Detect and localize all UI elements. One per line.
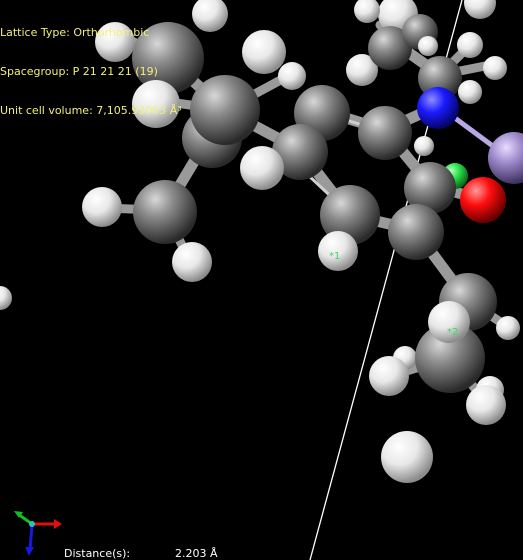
atom-hydrogen xyxy=(192,0,228,32)
atom-hydrogen xyxy=(483,56,507,80)
atom-hydrogen xyxy=(278,62,306,90)
atom-hydrogen xyxy=(458,80,482,104)
spacegroup-text: Spacegroup: P 21 21 21 (19) xyxy=(0,65,158,78)
atom-hydrogen xyxy=(414,136,434,156)
atom-hydrogen xyxy=(242,30,286,74)
atom-carbon xyxy=(133,180,197,244)
atom-hydrogen xyxy=(240,146,284,190)
atom-carbon xyxy=(358,106,412,160)
distance-value: 2.203 Å xyxy=(175,547,218,560)
atom-hydrogen xyxy=(82,187,122,227)
lattice-type-text: Lattice Type: Orthorhombic xyxy=(0,26,150,39)
atom-oxygen xyxy=(460,177,506,223)
atoms-front xyxy=(369,273,520,483)
atom-hydrogen xyxy=(172,242,212,282)
atom-hydrogen xyxy=(381,431,433,483)
molecule-viewer[interactable]: Lattice Type: Orthorhombic Spacegroup: P… xyxy=(0,0,523,560)
atom-heavy xyxy=(488,132,523,184)
atom-nitrogen xyxy=(417,87,459,129)
atom-hydrogen xyxy=(354,0,380,23)
atom-hydrogen xyxy=(369,356,409,396)
crystal-info-panel: Lattice Type: Orthorhombic Spacegroup: P… xyxy=(0,0,182,143)
cell-volume-text: Unit cell volume: 7,105.93063 Å³ xyxy=(0,104,182,117)
axes-gizmo xyxy=(14,511,62,556)
atom-hydrogen xyxy=(418,36,438,56)
atom-hydrogen xyxy=(0,286,12,310)
atom-hydrogen xyxy=(496,316,520,340)
atom-carbon xyxy=(388,204,444,260)
atom-hydrogen xyxy=(464,0,496,19)
atom-hydrogen xyxy=(466,385,506,425)
atom-carbon xyxy=(190,75,260,145)
atom-hydrogen xyxy=(457,32,483,58)
distance-label: Distance(s): xyxy=(64,547,131,560)
atom-label-2: *2 xyxy=(447,327,459,338)
atom-label-1: *1 xyxy=(329,251,341,262)
